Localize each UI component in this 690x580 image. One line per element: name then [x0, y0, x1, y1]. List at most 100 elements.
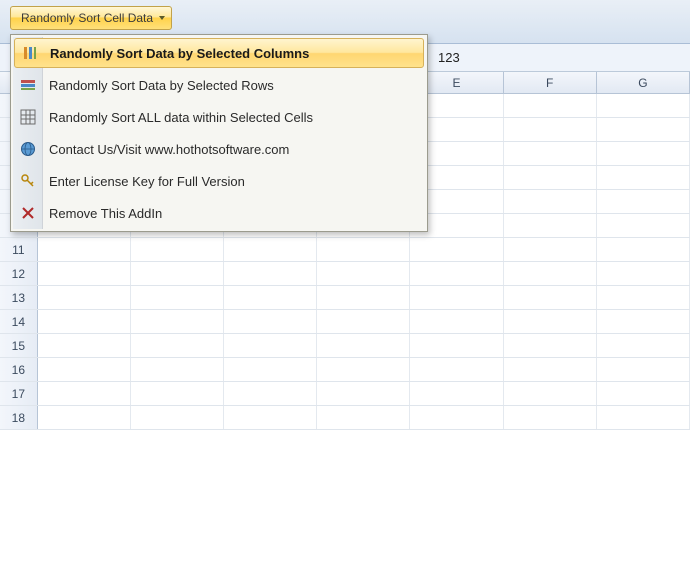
- cell[interactable]: [504, 118, 597, 141]
- menu-item-label: Randomly Sort ALL data within Selected C…: [49, 110, 313, 125]
- cell[interactable]: [410, 334, 503, 357]
- cell[interactable]: [317, 262, 410, 285]
- cell[interactable]: [224, 310, 317, 333]
- cell[interactable]: [131, 406, 224, 429]
- cell[interactable]: [597, 286, 690, 309]
- cell[interactable]: [410, 286, 503, 309]
- cell[interactable]: [410, 406, 503, 429]
- cell[interactable]: [38, 358, 131, 381]
- cell[interactable]: [317, 382, 410, 405]
- cell[interactable]: [504, 94, 597, 117]
- cell[interactable]: [38, 406, 131, 429]
- cell[interactable]: [504, 382, 597, 405]
- cell[interactable]: [410, 238, 503, 261]
- table-row: 17: [0, 382, 690, 406]
- cell[interactable]: [597, 118, 690, 141]
- cell[interactable]: [131, 238, 224, 261]
- cell[interactable]: [38, 262, 131, 285]
- menu-item-sort-by-rows[interactable]: Randomly Sort Data by Selected Rows: [13, 69, 425, 101]
- cell[interactable]: [38, 334, 131, 357]
- randomly-sort-cell-data-button[interactable]: Randomly Sort Cell Data: [10, 6, 172, 30]
- cell[interactable]: [131, 358, 224, 381]
- cell[interactable]: [131, 382, 224, 405]
- cell[interactable]: [504, 310, 597, 333]
- table-row: 14: [0, 310, 690, 334]
- dropdown-menu: Randomly Sort Data by Selected Columns R…: [10, 34, 428, 232]
- cell[interactable]: [597, 142, 690, 165]
- menu-item-label: Randomly Sort Data by Selected Columns: [50, 46, 309, 61]
- remove-icon: [19, 204, 37, 222]
- cell[interactable]: [131, 262, 224, 285]
- cell[interactable]: [504, 142, 597, 165]
- cell[interactable]: [597, 214, 690, 237]
- cell[interactable]: [317, 310, 410, 333]
- row-header[interactable]: 11: [0, 238, 38, 261]
- cell[interactable]: [317, 358, 410, 381]
- toolbar: Randomly Sort Cell Data Randomly Sort Da…: [0, 0, 690, 44]
- table-row: 12: [0, 262, 690, 286]
- cell[interactable]: [504, 262, 597, 285]
- cell[interactable]: [597, 310, 690, 333]
- cell[interactable]: [131, 286, 224, 309]
- cell[interactable]: [38, 310, 131, 333]
- cell[interactable]: [597, 406, 690, 429]
- cell[interactable]: [224, 358, 317, 381]
- cell[interactable]: [38, 238, 131, 261]
- cell[interactable]: [224, 286, 317, 309]
- menu-item-label: Enter License Key for Full Version: [49, 174, 245, 189]
- cell[interactable]: [224, 238, 317, 261]
- table-row: 13: [0, 286, 690, 310]
- menu-item-label: Contact Us/Visit www.hothotsoftware.com: [49, 142, 289, 157]
- table-row: 15: [0, 334, 690, 358]
- cell[interactable]: [410, 262, 503, 285]
- cell[interactable]: [504, 190, 597, 213]
- cell[interactable]: [410, 382, 503, 405]
- column-header[interactable]: F: [504, 72, 597, 93]
- cell[interactable]: [410, 310, 503, 333]
- cell[interactable]: [504, 406, 597, 429]
- cell[interactable]: [597, 334, 690, 357]
- cell[interactable]: [504, 214, 597, 237]
- cell[interactable]: [597, 94, 690, 117]
- cell[interactable]: [131, 310, 224, 333]
- cell[interactable]: [410, 358, 503, 381]
- cell[interactable]: [597, 190, 690, 213]
- column-header[interactable]: G: [597, 72, 690, 93]
- cell[interactable]: [224, 334, 317, 357]
- cell[interactable]: [38, 286, 131, 309]
- cell[interactable]: [597, 382, 690, 405]
- row-header[interactable]: 13: [0, 286, 38, 309]
- cell[interactable]: [504, 334, 597, 357]
- cell[interactable]: [597, 358, 690, 381]
- row-header[interactable]: 14: [0, 310, 38, 333]
- cell[interactable]: [504, 238, 597, 261]
- row-header[interactable]: 16: [0, 358, 38, 381]
- cell[interactable]: [317, 334, 410, 357]
- menu-item-sort-by-columns[interactable]: Randomly Sort Data by Selected Columns: [14, 38, 424, 68]
- cell[interactable]: [597, 238, 690, 261]
- menu-item-sort-all[interactable]: Randomly Sort ALL data within Selected C…: [13, 101, 425, 133]
- cell[interactable]: [597, 262, 690, 285]
- menu-item-enter-license-key[interactable]: Enter License Key for Full Version: [13, 165, 425, 197]
- row-header[interactable]: 12: [0, 262, 38, 285]
- menu-item-remove-addin[interactable]: Remove This AddIn: [13, 197, 425, 229]
- menu-item-contact-us[interactable]: Contact Us/Visit www.hothotsoftware.com: [13, 133, 425, 165]
- cell[interactable]: [224, 382, 317, 405]
- cell[interactable]: [224, 262, 317, 285]
- cell[interactable]: [38, 382, 131, 405]
- cell[interactable]: [504, 358, 597, 381]
- cell[interactable]: [504, 286, 597, 309]
- cell[interactable]: [597, 166, 690, 189]
- row-header[interactable]: 18: [0, 406, 38, 429]
- cell[interactable]: [131, 334, 224, 357]
- cell[interactable]: [504, 166, 597, 189]
- cell[interactable]: [317, 406, 410, 429]
- row-header[interactable]: 17: [0, 382, 38, 405]
- menu-item-label: Remove This AddIn: [49, 206, 162, 221]
- cell[interactable]: [224, 406, 317, 429]
- row-header[interactable]: 15: [0, 334, 38, 357]
- menu-item-label: Randomly Sort Data by Selected Rows: [49, 78, 274, 93]
- cell[interactable]: [317, 238, 410, 261]
- key-icon: [19, 172, 37, 190]
- cell[interactable]: [317, 286, 410, 309]
